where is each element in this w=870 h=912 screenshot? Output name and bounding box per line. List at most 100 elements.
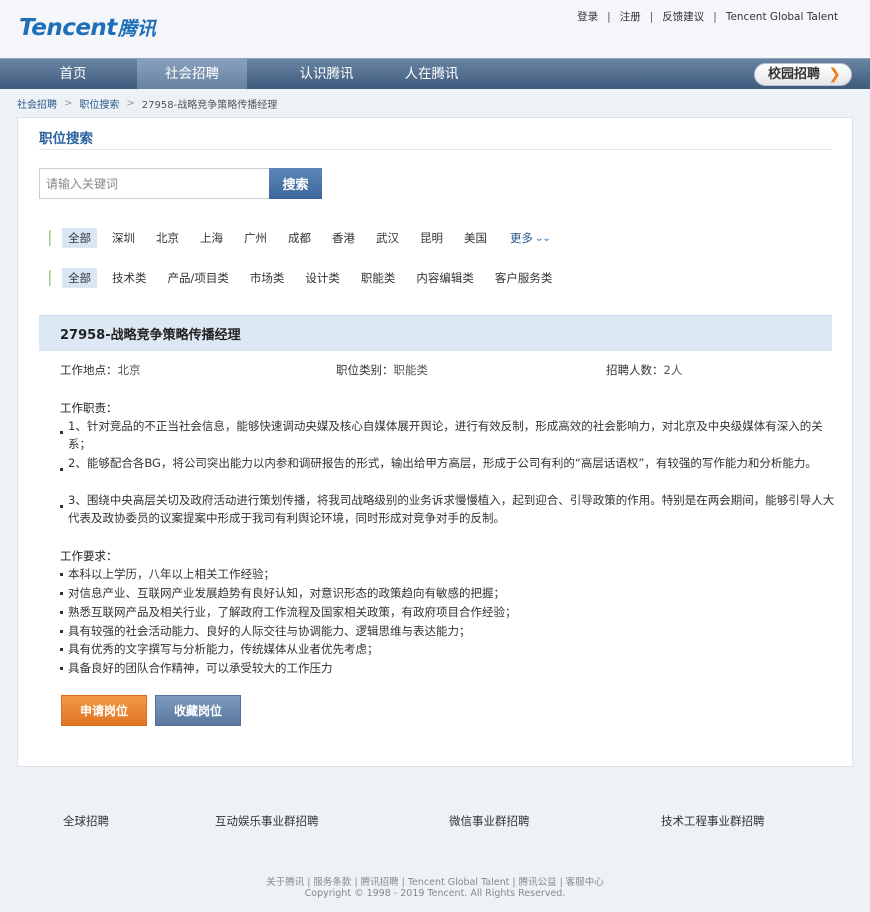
location-usa[interactable]: 美国	[458, 228, 493, 248]
location-kunming[interactable]: 昆明	[414, 228, 449, 248]
bullet	[60, 592, 63, 595]
duty-text: 3、围绕中央高层关切及政府活动进行策划传播，将我司战略级别的业务诉求慢慢植入，起…	[68, 493, 835, 525]
separator: |	[649, 10, 654, 23]
footer-ieg-recruit[interactable]: 互动娱乐事业群招聘	[215, 813, 319, 829]
main-panel: 职位搜索 搜索 全部 深圳 北京 上海 广州 成都 香港 武汉 昆明 美国 更多…	[17, 117, 853, 767]
job-headcount: 招聘人数：2人	[606, 362, 682, 378]
global-talent-link[interactable]: Tencent Global Talent	[726, 11, 838, 23]
location-wuhan[interactable]: 武汉	[370, 228, 405, 248]
more-label: 更多	[510, 231, 533, 245]
filter-marker	[49, 270, 51, 286]
duty-item: 2、能够配合各BG，将公司突出能力以内参和调研报告的形式，输出给甲方高层，形成于…	[60, 454, 836, 472]
section-title: 职位搜索	[39, 131, 93, 147]
nav-item-life[interactable]: 人在腾讯	[386, 59, 477, 89]
job-category: 职位类别：职能类	[336, 362, 428, 378]
category-function[interactable]: 职能类	[355, 268, 402, 288]
bullet	[60, 431, 63, 434]
footer-weixin-recruit[interactable]: 微信事业群招聘	[449, 813, 530, 829]
job-category-value: 职能类	[393, 363, 429, 377]
job-headcount-value: 2人	[663, 363, 683, 377]
feedback-link[interactable]: 反馈建议	[662, 9, 704, 24]
campus-recruit-label: 校园招聘	[768, 67, 821, 82]
requirement-item: 本科以上学历，八年以上相关工作经验；	[60, 565, 275, 583]
job-location-value: 北京	[117, 363, 141, 377]
bullet	[60, 468, 63, 471]
requirement-text: 具备良好的团队合作精神，可以承受较大的工作压力	[68, 661, 333, 675]
footer-links: 关于腾讯 | 服务条款 | 腾讯招聘 | Tencent Global Talent | 腾讯公…	[0, 874, 870, 888]
category-filter: 全部 技术类 产品/项目类 市场类 设计类 职能类 内容编辑类 客户服务类	[49, 268, 567, 288]
location-all[interactable]: 全部	[62, 228, 97, 248]
separator: |	[354, 877, 358, 888]
top-links: 登录 | 注册 | 反馈建议 | Tencent Global Talent	[577, 9, 838, 24]
footer-global-talent-link[interactable]: Tencent Global Talent	[408, 877, 510, 888]
chevron-right-icon: >	[64, 98, 73, 109]
category-tech[interactable]: 技术类	[106, 268, 153, 288]
job-category-label: 职位类别：	[336, 363, 394, 377]
requirement-text: 具有优秀的文字撰写与分析能力，传统媒体从业者优先考虑；	[68, 642, 379, 656]
duty-text: 1、针对竞品的不正当社会信息，能够快速调动央媒及核心自媒体展开舆论，进行有效反制…	[68, 419, 823, 451]
requirements-title: 工作要求：	[60, 549, 118, 563]
duty-text: 2、能够配合各BG，将公司突出能力以内参和调研报告的形式，输出给甲方高层，形成于…	[68, 456, 817, 470]
requirement-item: 熟悉互联网产品及相关行业，了解政府工作流程及国家相关政策，有政府项目合作经验；	[60, 603, 517, 621]
location-guangzhou[interactable]: 广州	[238, 228, 273, 248]
nav-item-home[interactable]: 首页	[18, 59, 128, 89]
footer-charity-link[interactable]: 腾讯公益	[519, 877, 557, 888]
category-all[interactable]: 全部	[62, 268, 97, 288]
chevron-right-icon: >	[126, 98, 135, 109]
job-header: 27958-战略竞争策略传播经理	[39, 315, 832, 351]
footer-teg-recruit[interactable]: 技术工程事业群招聘	[661, 813, 765, 829]
nav-item-about[interactable]: 认识腾讯	[256, 59, 397, 89]
category-service[interactable]: 客户服务类	[489, 268, 559, 288]
breadcrumb-social-recruit[interactable]: 社会招聘	[17, 96, 57, 111]
register-link[interactable]: 注册	[620, 9, 641, 24]
main-nav: 首页 社会招聘 认识腾讯 人在腾讯 校园招聘 ❯	[0, 58, 870, 89]
logo-text-cn: 腾讯	[117, 18, 156, 40]
bullet	[60, 611, 63, 614]
campus-recruit-button[interactable]: 校园招聘 ❯	[754, 63, 852, 86]
category-content[interactable]: 内容编辑类	[410, 268, 480, 288]
bullet	[60, 630, 63, 633]
requirement-item: 对信息产业、互联网产业发展趋势有良好认知，对意识形态的政策趋向有敏感的把握；	[60, 584, 505, 602]
save-job-button[interactable]: 收藏岗位	[155, 695, 241, 726]
location-shenzhen[interactable]: 深圳	[106, 228, 141, 248]
requirement-text: 对信息产业、互联网产业发展趋势有良好认知，对意识形态的政策趋向有敏感的把握；	[68, 586, 505, 600]
requirement-item: 具备良好的团队合作精神，可以承受较大的工作压力	[60, 659, 333, 677]
more-locations-button[interactable]: 更多 ⌄⌄	[510, 230, 551, 246]
location-filter: 全部 深圳 北京 上海 广州 成都 香港 武汉 昆明 美国 更多 ⌄⌄	[49, 228, 551, 248]
footer-service-link[interactable]: 客服中心	[566, 877, 604, 888]
requirement-text: 本科以上学历，八年以上相关工作经验；	[68, 567, 275, 581]
category-design[interactable]: 设计类	[299, 268, 346, 288]
divider	[39, 149, 832, 150]
requirement-item: 具有较强的社会活动能力、良好的人际交往与协调能力、逻辑思维与表达能力；	[60, 622, 471, 640]
bullet	[60, 573, 63, 576]
search-button[interactable]: 搜索	[269, 168, 322, 199]
location-beijing[interactable]: 北京	[150, 228, 185, 248]
job-headcount-label: 招聘人数：	[606, 363, 664, 377]
search-input[interactable]	[39, 168, 269, 199]
site-header: Tencent 腾讯 登录 | 注册 | 反馈建议 | Tencent Glob…	[0, 0, 870, 58]
category-product[interactable]: 产品/项目类	[162, 268, 235, 288]
chevron-right-icon: ❯	[828, 65, 841, 83]
category-marketing[interactable]: 市场类	[244, 268, 291, 288]
separator: |	[713, 10, 717, 23]
footer-terms-link[interactable]: 服务条款	[313, 877, 351, 888]
separator: |	[512, 877, 516, 888]
login-link[interactable]: 登录	[577, 9, 598, 24]
footer-about-link[interactable]: 关于腾讯	[266, 877, 304, 888]
location-shanghai[interactable]: 上海	[194, 228, 229, 248]
job-title: 27958-战略竞争策略传播经理	[60, 328, 241, 343]
location-hongkong[interactable]: 香港	[326, 228, 361, 248]
logo-text-en: Tencent	[19, 15, 117, 41]
requirement-text: 熟悉互联网产品及相关行业，了解政府工作流程及国家相关政策，有政府项目合作经验；	[68, 605, 517, 619]
bullet	[60, 648, 63, 651]
duties-title: 工作职责：	[60, 401, 118, 415]
apply-button[interactable]: 申请岗位	[61, 695, 147, 726]
footer-global-recruit[interactable]: 全球招聘	[63, 813, 109, 829]
filter-marker	[49, 230, 51, 246]
breadcrumb-job-search[interactable]: 职位搜索	[79, 96, 119, 111]
duty-item: 3、围绕中央高层关切及政府活动进行策划传播，将我司战略级别的业务诉求慢慢植入，起…	[60, 491, 836, 527]
location-chengdu[interactable]: 成都	[282, 228, 317, 248]
nav-item-social-recruit[interactable]: 社会招聘	[137, 59, 247, 89]
footer-recruit-link[interactable]: 腾讯招聘	[361, 877, 399, 888]
tencent-logo[interactable]: Tencent 腾讯	[19, 14, 156, 42]
